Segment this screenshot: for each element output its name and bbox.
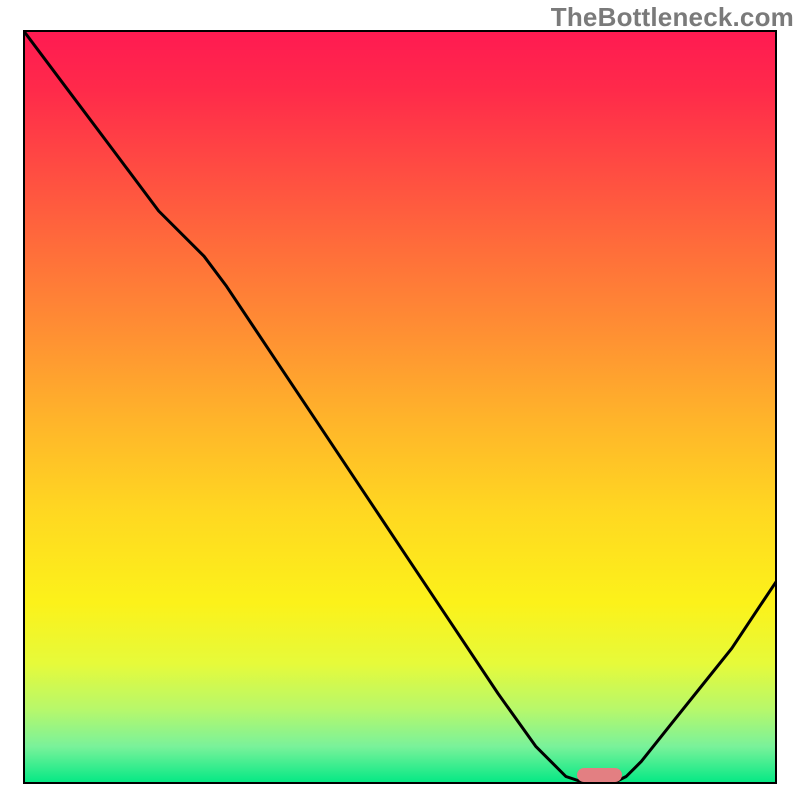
plot-area	[23, 30, 777, 784]
watermark-text: TheBottleneck.com	[551, 2, 794, 33]
optimal-range-marker	[577, 768, 622, 782]
chart-container: TheBottleneck.com	[0, 0, 800, 800]
bottleneck-curve	[23, 30, 777, 784]
